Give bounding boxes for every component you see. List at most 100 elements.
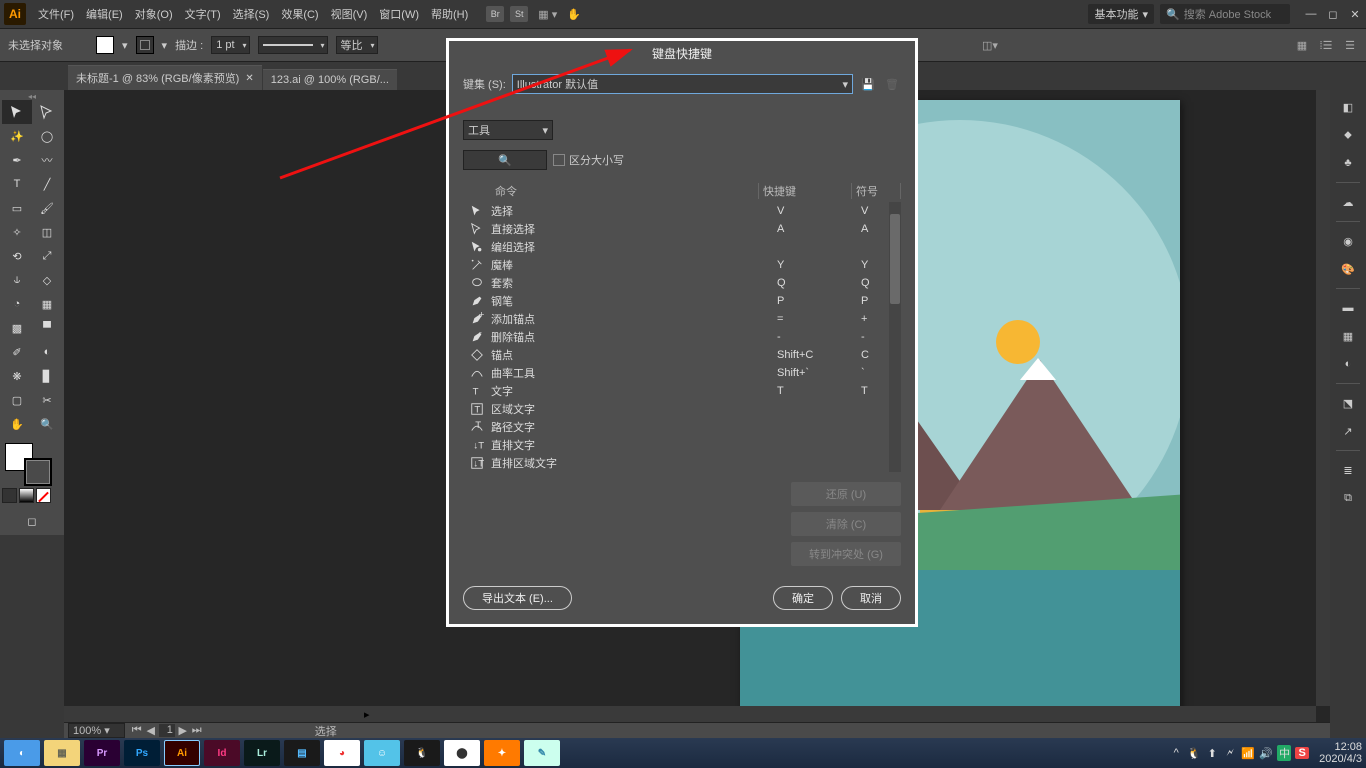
save-set-icon[interactable]: 💾 (859, 75, 877, 93)
shortcut-row[interactable]: 套索QQ (463, 274, 901, 292)
menu-window[interactable]: 窗口(W) (373, 0, 425, 28)
shortcut-row[interactable]: 直接选择AA (463, 220, 901, 238)
libraries-panel-icon[interactable]: ⬥ (1334, 122, 1362, 148)
arrange-docs-icon[interactable]: ▦ ▾ (538, 8, 557, 21)
taskbar-app[interactable]: ⬤ (444, 740, 480, 766)
menu-object[interactable]: 对象(O) (129, 0, 179, 28)
menu-view[interactable]: 视图(V) (325, 0, 374, 28)
none-mode[interactable] (36, 488, 51, 503)
cancel-button[interactable]: 取消 (841, 586, 901, 610)
rotate-tool[interactable]: ⟲ (2, 244, 32, 268)
shortcut-row[interactable]: T区域文字 (463, 400, 901, 418)
delete-set-icon[interactable]: 🗑 (883, 75, 901, 93)
menu-help[interactable]: 帮助(H) (425, 0, 474, 28)
line-tool[interactable]: ╱ (32, 172, 62, 196)
brushes-panel-icon[interactable]: ♣ (1334, 150, 1362, 176)
graph-tool[interactable]: ▊ (32, 364, 62, 388)
category-select[interactable]: 工具▾ (463, 120, 553, 140)
artboards-panel-icon[interactable]: ⧉ (1334, 485, 1362, 511)
paintbrush-tool[interactable]: 🖌 (32, 196, 62, 220)
shortcut-row[interactable]: -删除锚点-- (463, 328, 901, 346)
pen-tool[interactable]: ✒ (2, 148, 32, 172)
zoom-tool[interactable]: 🔍 (32, 412, 62, 436)
symbol-sprayer-tool[interactable]: ❋ (2, 364, 32, 388)
stroke-weight-input[interactable]: 1 pt (211, 36, 249, 54)
shape-builder-tool[interactable]: ◔ (2, 292, 32, 316)
stock-icon[interactable]: St (510, 6, 528, 22)
close-tab-icon[interactable]: ✕ (245, 73, 253, 84)
zoom-select[interactable]: 100% ▾ (68, 723, 125, 738)
type-tool[interactable]: T (2, 172, 32, 196)
menu-file[interactable]: 文件(F) (32, 0, 80, 28)
taskbar-app[interactable]: ✦ (484, 740, 520, 766)
taskbar-app[interactable]: ◐ (4, 740, 40, 766)
scale-tool[interactable]: ⤢ (32, 244, 62, 268)
shortcut-row[interactable]: T文字TT (463, 382, 901, 400)
graphic-styles-panel-icon[interactable]: ↗ (1334, 418, 1362, 444)
properties-panel-icon[interactable]: ◧ (1334, 94, 1362, 120)
layers-panel-icon[interactable]: ≣ (1334, 457, 1362, 483)
lasso-tool[interactable]: ◯ (32, 124, 62, 148)
selection-tool[interactable] (2, 100, 32, 124)
search-shortcuts-input[interactable]: 🔍 (463, 150, 547, 170)
artboard-tool[interactable]: ▢ (2, 388, 32, 412)
gradient-panel-icon[interactable]: ▦ (1334, 323, 1362, 349)
gradient-tool[interactable]: ▀ (32, 316, 62, 340)
brush-def[interactable]: 等比 (336, 36, 378, 54)
transparency-panel-icon[interactable]: ◐ (1334, 351, 1362, 377)
shortcut-row[interactable]: 选择VV (463, 202, 901, 220)
dialog-scrollbar[interactable] (889, 202, 901, 472)
menu-edit[interactable]: 编辑(E) (80, 0, 129, 28)
shortcut-row[interactable]: 锚点Shift+CC (463, 346, 901, 364)
color-panel-icon[interactable]: ◉ (1334, 228, 1362, 254)
doc-setup-icon[interactable]: ▦ (1294, 37, 1310, 53)
system-tray[interactable]: ^ 🐧 ⬆ 🗲 📶 🔊 中 S 12:08 2020/4/3 (1169, 741, 1362, 765)
taskbar-app[interactable]: Ai (164, 740, 200, 766)
shortcut-row[interactable]: 曲率工具Shift+`` (463, 364, 901, 382)
taskbar-app[interactable]: ✎ (524, 740, 560, 766)
direct-selection-tool[interactable] (32, 100, 62, 124)
minimize-button[interactable]: — (1304, 8, 1318, 21)
taskbar-app[interactable]: ☺ (364, 740, 400, 766)
taskbar-app[interactable]: ◕ (324, 740, 360, 766)
panel-menu-icon[interactable]: ☰ (1342, 37, 1358, 53)
gradient-mode[interactable] (19, 488, 34, 503)
shortcut-row[interactable]: 钢笔PP (463, 292, 901, 310)
case-sensitive-checkbox[interactable]: 区分大小写 (553, 152, 624, 168)
shortcut-row[interactable]: ↓T直排文字 (463, 436, 901, 454)
shortcuts-list[interactable]: 选择VV直接选择AA编组选择魔棒YY套索QQ钢笔PP+添加锚点=+-删除锚点--… (463, 202, 901, 472)
shortcut-row[interactable]: T路径文字 (463, 418, 901, 436)
align-icon[interactable]: ◫▾ (982, 37, 998, 53)
shaper-tool[interactable]: ✧ (2, 220, 32, 244)
toolbox-handle[interactable]: ◂◂ (2, 92, 62, 100)
menu-effect[interactable]: 效果(C) (275, 0, 324, 28)
cc-panel-icon[interactable]: ☁ (1334, 189, 1362, 215)
stroke-swatch[interactable] (136, 36, 154, 54)
shortcut-set-select[interactable]: Illustrator 默认值▾ (512, 74, 853, 94)
document-tab[interactable]: 未标题-1 @ 83% (RGB/像素预览) ✕ (68, 65, 262, 90)
fill-swatch[interactable] (96, 36, 114, 54)
taskbar-app[interactable]: Id (204, 740, 240, 766)
document-tab[interactable]: 123.ai @ 100% (RGB/... (263, 69, 397, 90)
taskbar-app[interactable]: Lr (244, 740, 280, 766)
stroke-panel-icon[interactable]: ▬ (1334, 295, 1362, 321)
rectangle-tool[interactable]: ▭ (2, 196, 32, 220)
menu-select[interactable]: 选择(S) (227, 0, 276, 28)
color-mode[interactable] (2, 488, 17, 503)
maximize-button[interactable]: ◻ (1326, 8, 1340, 21)
perspective-tool[interactable]: ▦ (32, 292, 62, 316)
workspace-switcher[interactable]: 基本功能▾ (1088, 4, 1154, 24)
vertical-scrollbar[interactable] (1316, 90, 1330, 706)
bridge-icon[interactable]: Br (486, 6, 504, 22)
eyedropper-tool[interactable]: ✐ (2, 340, 32, 364)
fill-stroke-control[interactable] (2, 440, 62, 486)
width-tool[interactable]: ⫝ (2, 268, 32, 292)
ok-button[interactable]: 确定 (773, 586, 833, 610)
shortcut-row[interactable]: 魔棒YY (463, 256, 901, 274)
taskbar-app[interactable]: Pr (84, 740, 120, 766)
stock-search-input[interactable]: 🔍 搜索 Adobe Stock (1160, 4, 1290, 24)
magic-wand-tool[interactable]: ✨ (2, 124, 32, 148)
taskbar-app[interactable]: ▤ (284, 740, 320, 766)
screen-mode[interactable]: ◻ (17, 509, 47, 533)
clock[interactable]: 12:08 2020/4/3 (1319, 741, 1362, 765)
